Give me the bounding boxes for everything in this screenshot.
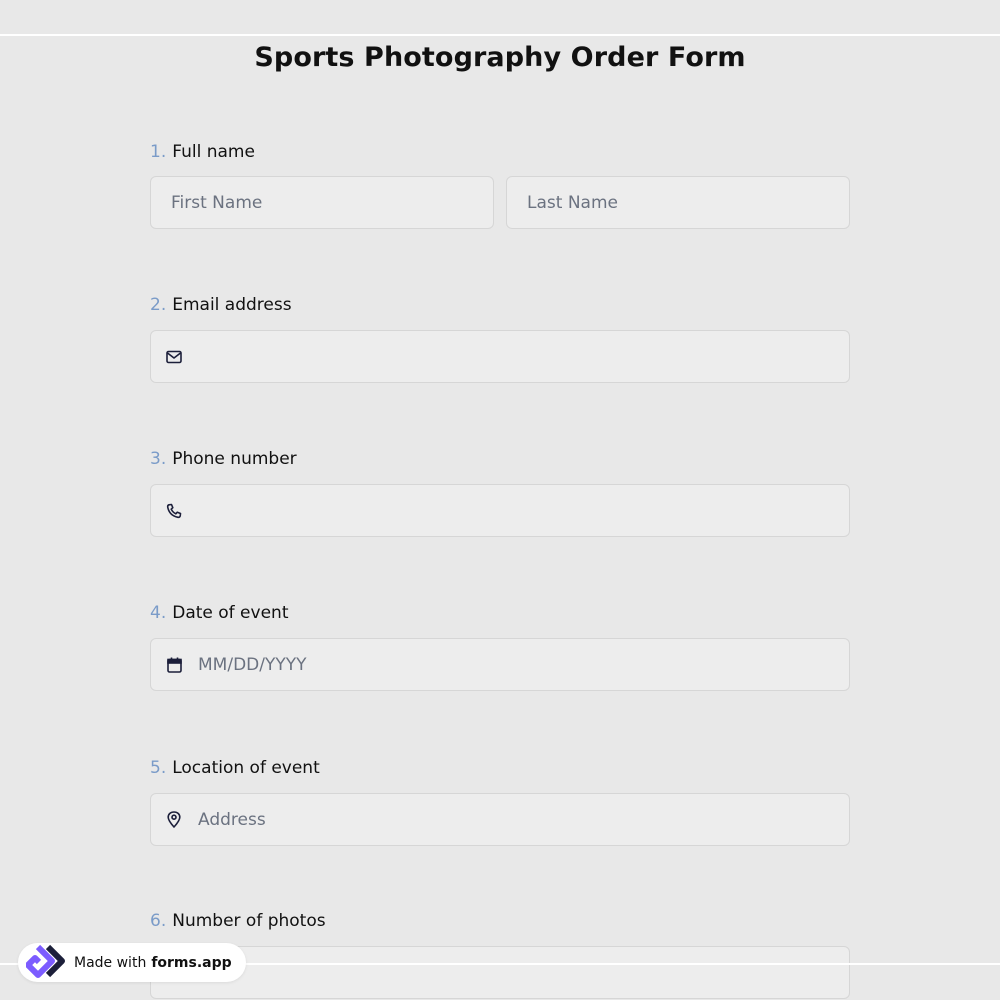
question-text: Date of event (172, 603, 289, 623)
map-pin-icon (165, 811, 183, 829)
envelope-icon (165, 348, 183, 366)
question-text: Phone number (172, 449, 297, 469)
question-text: Location of event (172, 758, 320, 778)
question-text: Number of photos (172, 911, 326, 931)
question-label: 2. Email address (150, 294, 850, 316)
address-input[interactable]: Address (150, 793, 850, 846)
calendar-icon (165, 656, 183, 674)
full-name-row: First Name Last Name (150, 176, 850, 229)
question-date: 4. Date of event MM/DD/YYYY (150, 602, 850, 691)
question-email: 2. Email address (150, 294, 850, 383)
last-name-input[interactable]: Last Name (506, 176, 850, 229)
question-label: 4. Date of event (150, 602, 850, 624)
badge-prefix: Made with (74, 954, 147, 971)
question-text: Email address (172, 295, 292, 315)
badge-brand: forms.app (151, 954, 232, 971)
question-location: 5. Location of event Address (150, 757, 850, 846)
question-text: Full name (172, 142, 255, 162)
top-divider (0, 34, 1000, 36)
last-name-placeholder: Last Name (527, 192, 618, 213)
made-with-forms-app-badge[interactable]: Made with forms.app (18, 943, 246, 982)
question-number-of-photos: 6. Number of photos (150, 910, 850, 999)
question-label: 1. Full name (150, 141, 850, 163)
question-number: 4. (150, 603, 167, 623)
form-title: Sports Photography Order Form (254, 42, 746, 73)
forms-app-logo-icon (25, 944, 66, 982)
date-input[interactable]: MM/DD/YYYY (150, 638, 850, 691)
phone-input[interactable] (150, 484, 850, 537)
question-number: 6. (150, 911, 167, 931)
question-label: 6. Number of photos (150, 910, 850, 932)
question-label: 5. Location of event (150, 757, 850, 779)
first-name-input[interactable]: First Name (150, 176, 494, 229)
email-input[interactable] (150, 330, 850, 383)
address-placeholder: Address (198, 809, 266, 830)
question-phone: 3. Phone number (150, 448, 850, 537)
date-placeholder: MM/DD/YYYY (198, 654, 307, 675)
number-of-photos-input[interactable] (150, 946, 850, 999)
question-number: 5. (150, 758, 167, 778)
question-number: 3. (150, 449, 167, 469)
phone-icon (165, 502, 183, 520)
question-number: 1. (150, 142, 167, 162)
first-name-placeholder: First Name (171, 192, 263, 213)
question-label: 3. Phone number (150, 448, 850, 470)
question-number: 2. (150, 295, 167, 315)
question-full-name: 1. Full name First Name Last Name (150, 141, 850, 229)
